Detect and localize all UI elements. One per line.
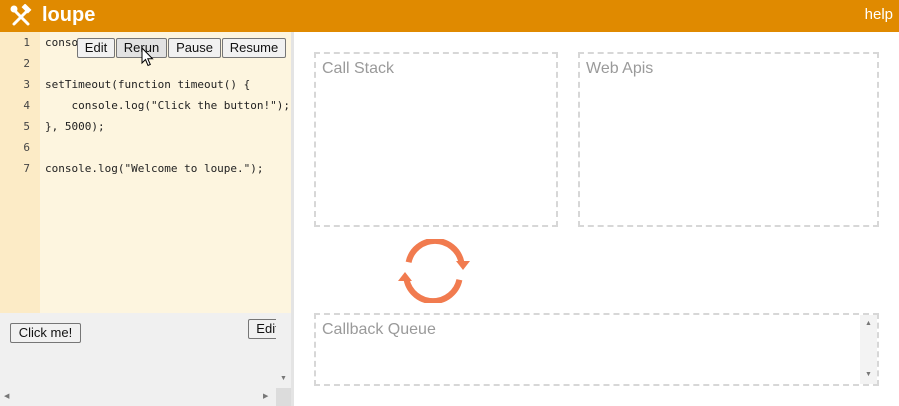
event-loop-icon — [398, 239, 470, 303]
app-title: loupe — [42, 4, 96, 26]
pause-button[interactable]: Pause — [168, 38, 221, 58]
code-line[interactable]: setTimeout(function timeout() { — [45, 74, 250, 95]
callback-queue-scrollbar[interactable]: ▲ ▼ — [860, 315, 877, 384]
html-panel-horizontal-scrollbar[interactable]: ◀ ▶ — [0, 388, 276, 406]
scroll-up-arrow-icon[interactable]: ▲ — [865, 320, 872, 328]
line-number: 6 — [23, 141, 30, 154]
line-number: 7 — [23, 162, 30, 175]
mouse-pointer-icon — [141, 47, 154, 67]
help-link[interactable]: help — [865, 6, 893, 24]
code-editor[interactable]: 1 2 3 4 5 6 7 conso setTimeout(function … — [0, 32, 291, 313]
code-line[interactable]: conso — [45, 32, 78, 53]
code-line[interactable]: console.log("Welcome to loupe."); — [45, 158, 264, 179]
callback-queue-panel: Callback Queue — [314, 313, 879, 386]
click-me-button[interactable]: Click me! — [10, 323, 81, 343]
line-number-gutter: 1 2 3 4 5 6 7 — [0, 32, 40, 313]
scroll-down-arrow-icon[interactable]: ▼ — [280, 375, 287, 383]
code-line[interactable]: console.log("Click the button!"); — [45, 95, 290, 116]
call-stack-label: Call Stack — [322, 60, 395, 77]
hammer-wrench-icon — [10, 4, 32, 26]
html-panel-vertical-scrollbar[interactable]: ▼ — [276, 313, 291, 388]
app-header: loupe help — [0, 0, 899, 32]
callback-queue-label: Callback Queue — [322, 321, 436, 338]
scroll-right-arrow-icon[interactable]: ▶ — [263, 393, 268, 401]
code-line[interactable]: }, 5000); — [45, 116, 105, 137]
line-number: 5 — [23, 120, 30, 133]
web-apis-label: Web Apis — [586, 60, 654, 77]
scroll-down-arrow-icon[interactable]: ▼ — [865, 371, 872, 379]
resume-button[interactable]: Resume — [222, 38, 286, 58]
line-number: 3 — [23, 78, 30, 91]
line-number: 1 — [23, 36, 30, 49]
line-number: 2 — [23, 57, 30, 70]
call-stack-panel: Call Stack — [314, 52, 558, 227]
scrollbar-corner — [276, 388, 291, 406]
panel-splitter[interactable] — [291, 32, 294, 406]
scroll-left-arrow-icon[interactable]: ◀ — [4, 393, 9, 401]
web-apis-panel: Web Apis — [578, 52, 879, 227]
line-number: 4 — [23, 99, 30, 112]
edit-button[interactable]: Edit — [77, 38, 115, 58]
